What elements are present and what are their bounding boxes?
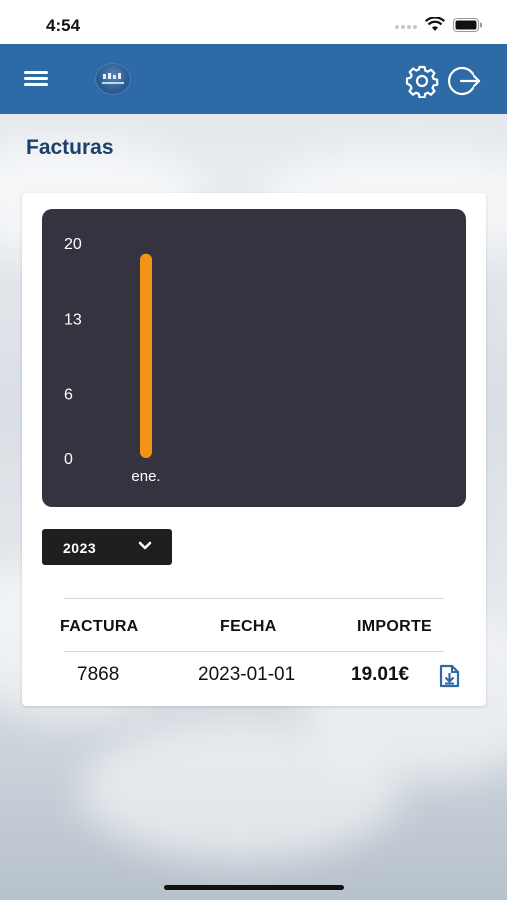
gear-icon [405,65,439,99]
x-tick-label: ene. [131,468,160,485]
status-time: 4:54 [46,16,81,35]
invoices-table: FACTURA FECHA IMPORTE 7868 2023-01-01 19… [60,598,460,702]
y-tick-label: 0 [64,451,73,468]
status-icons [395,17,483,32]
invoices-card: 0 6 13 20 ene. 2023 FACTURA FECHA IMPORTE 78… [22,193,486,706]
column-header-importe: IMPORTE [357,618,432,635]
logout-button[interactable] [447,64,481,98]
download-invoice-button[interactable] [438,664,460,688]
logo-icon [102,73,124,84]
wifi-icon [425,17,445,31]
year-select[interactable]: 2023 [42,529,172,565]
hamburger-menu-button[interactable] [24,68,52,90]
download-file-icon [439,664,460,688]
chevron-down-icon [138,541,152,550]
home-indicator [164,885,344,890]
app-logo [95,63,131,95]
signal-icon [395,24,417,29]
invoice-date: 2023-01-01 [198,664,296,685]
chart-bar [140,253,152,458]
table-header: FACTURA FECHA IMPORTE [60,599,444,652]
battery-icon [453,17,482,32]
y-tick-label: 20 [64,236,82,253]
year-select-value: 2023 [63,540,97,556]
hamburger-icon [24,71,48,74]
invoice-number: 7868 [77,664,120,685]
column-header-fecha: FECHA [220,618,277,635]
invoices-chart: 0 6 13 20 ene. [42,209,466,507]
settings-button[interactable] [405,64,439,99]
chart-svg: 0 6 13 20 ene. [64,236,161,485]
app-header [0,44,507,114]
table-row: 7868 2023-01-01 19.01€ [64,652,460,702]
page-title: Facturas [26,136,114,159]
column-header-factura: FACTURA [60,618,139,635]
y-tick-label: 13 [64,311,82,328]
y-tick-label: 6 [64,387,73,404]
logout-icon [448,66,481,96]
invoice-amount: 19.01€ [351,664,410,685]
status-bar: 4:54 [0,0,507,44]
